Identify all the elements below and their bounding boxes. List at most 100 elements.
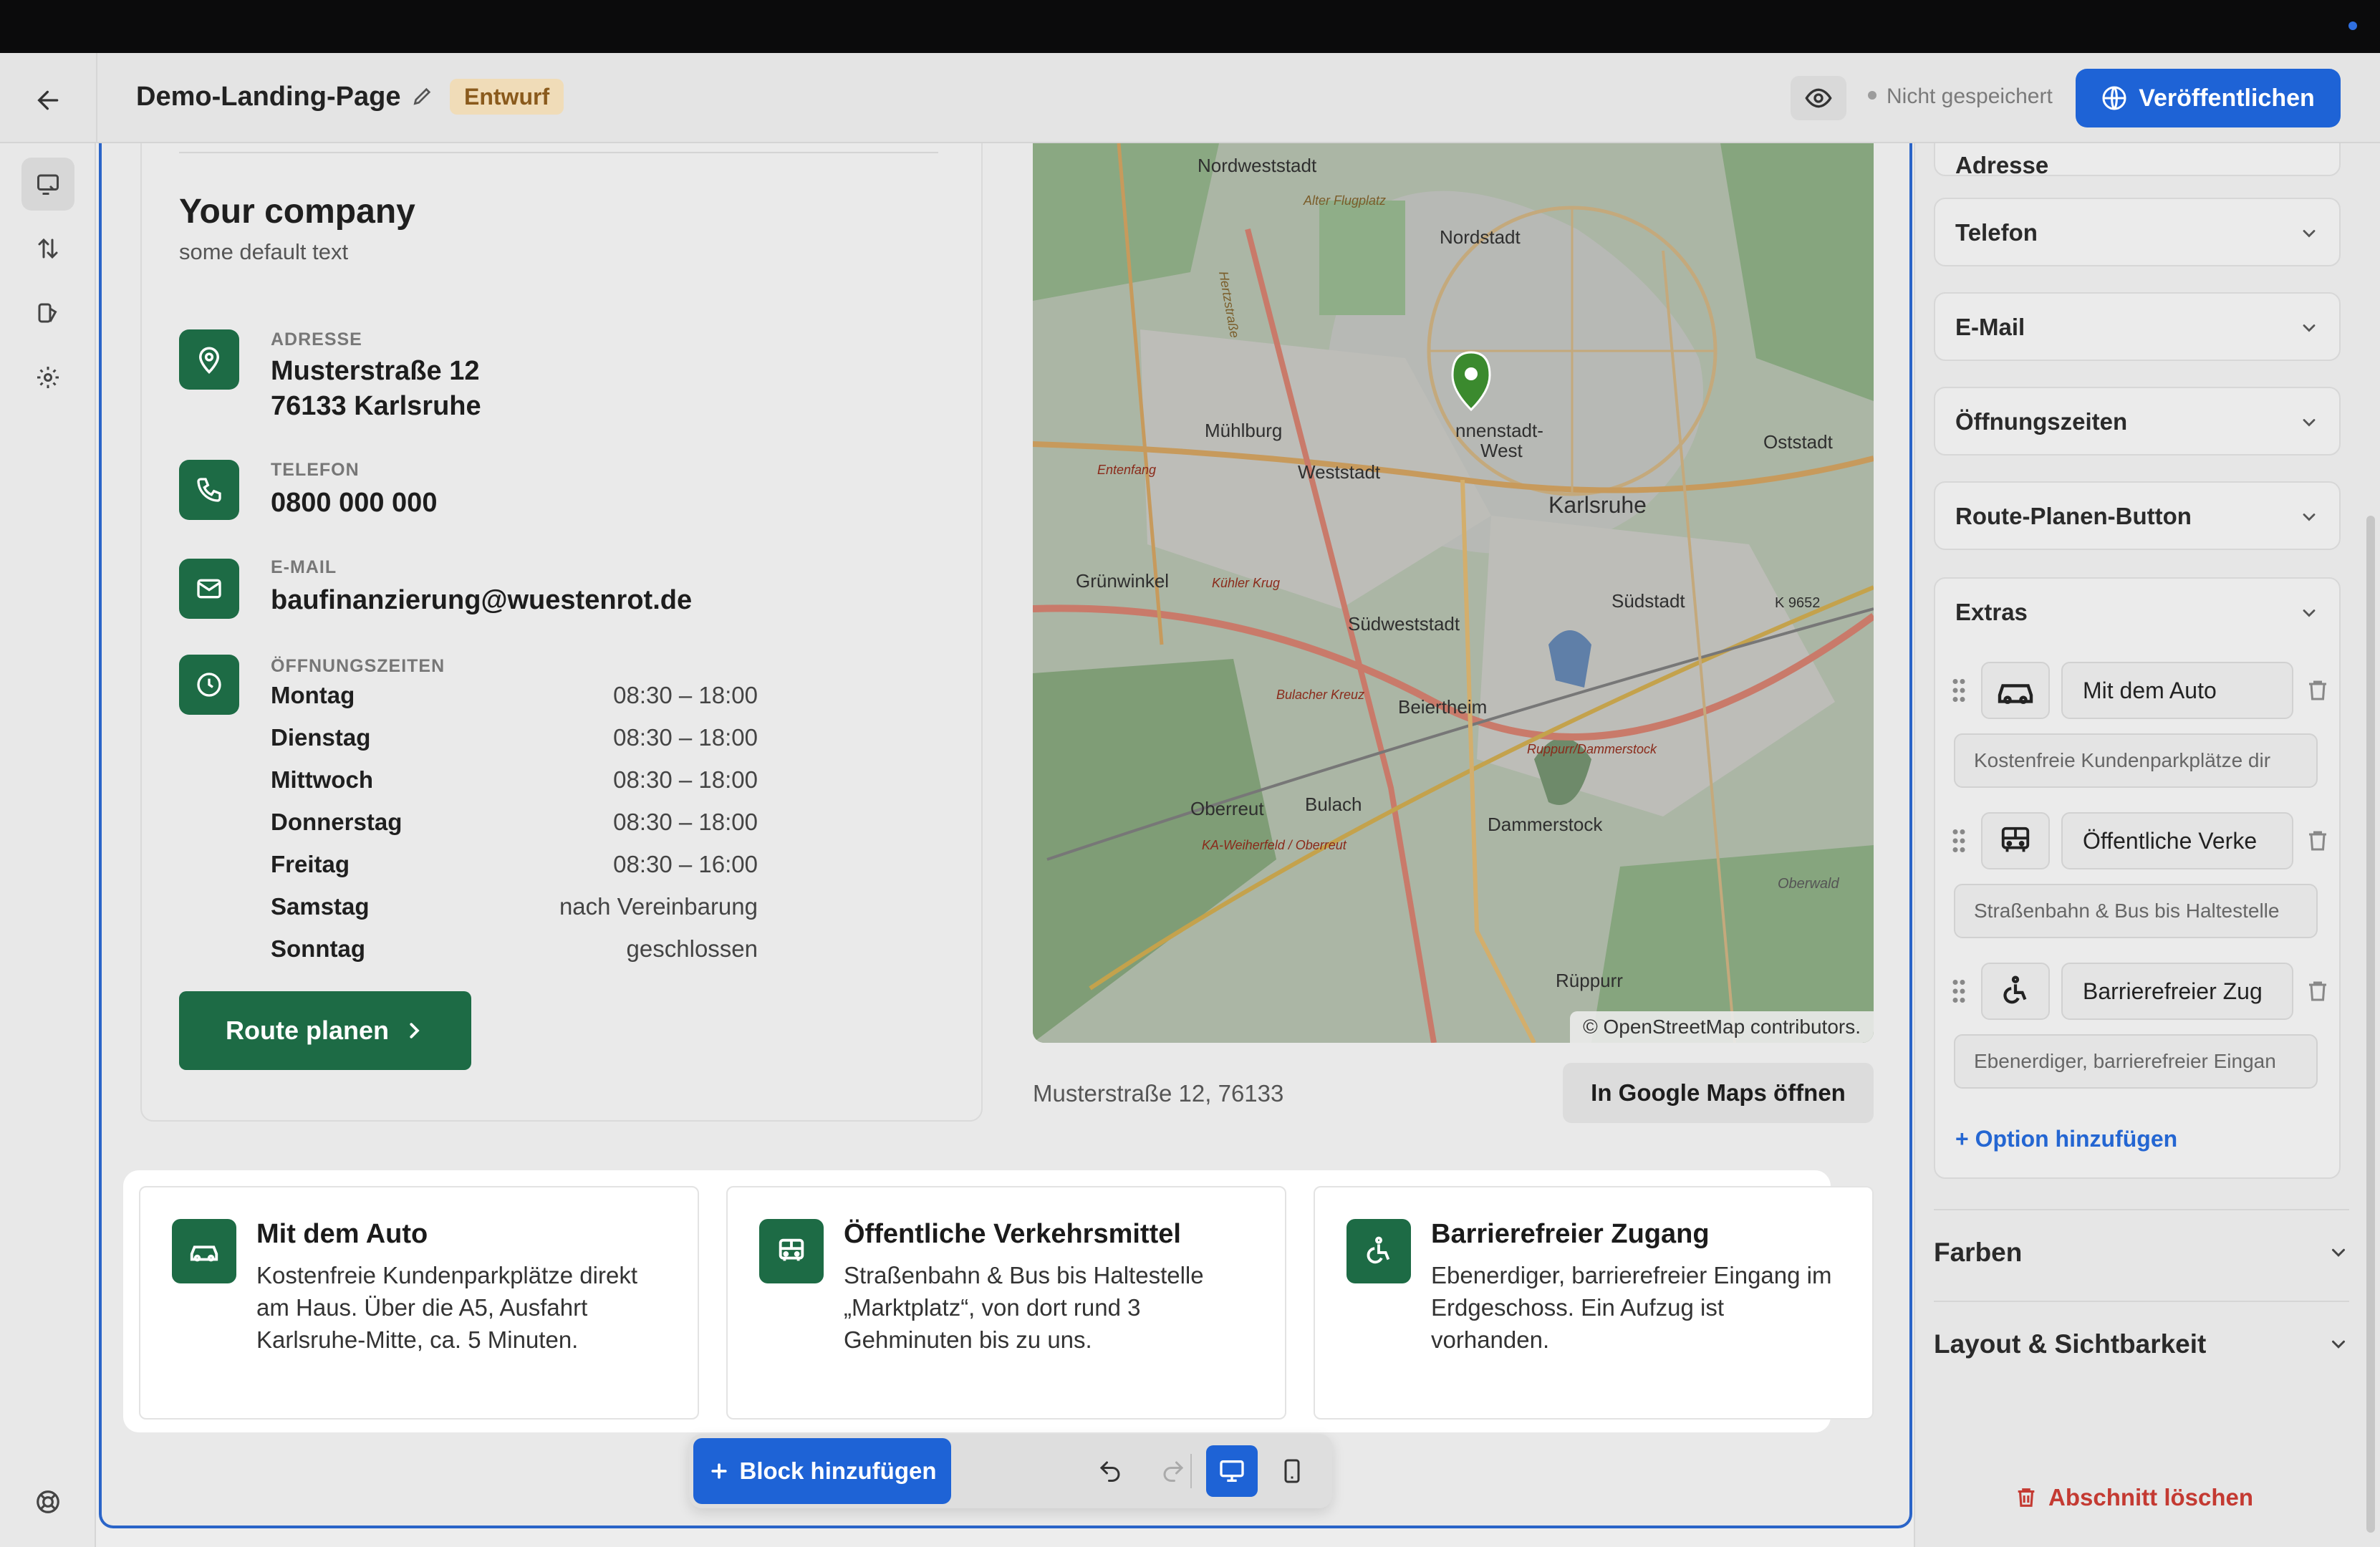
hours-day: Montag [271,682,355,708]
accordion-route-button[interactable]: Route-Planen-Button [1934,481,2341,550]
palette-icon [38,303,57,323]
accordion-label: Route-Planen-Button [1955,503,2192,529]
company-subtitle: some default text [179,239,349,264]
trash-icon[interactable] [2305,826,2331,855]
option-title-input[interactable]: Öffentliche Verke [2061,812,2293,869]
camera-indicator [2348,21,2357,30]
hours-day: Sonntag [271,935,365,962]
divider [179,152,938,153]
drag-handle-icon[interactable] [1950,676,1968,705]
save-status: Nicht gespeichert [1868,85,2053,109]
left-rail [0,143,96,1547]
option-title-input[interactable]: Barrierefreier Zug [2061,963,2293,1020]
section-farben[interactable]: Farben [1934,1209,2349,1288]
publish-button[interactable]: Veröffentlichen [2076,69,2341,127]
clock-icon [197,673,221,697]
accordion-email[interactable]: E-Mail [1934,292,2341,361]
lifebuoy-icon [37,1490,59,1513]
bus-icon [2001,826,2030,852]
add-option-button[interactable]: + Option hinzufügen [1955,1126,2177,1152]
route-plan-button[interactable]: Route planen [179,991,471,1070]
google-maps-button[interactable]: In Google Maps öffnen [1563,1063,1874,1123]
map-label: Bulach [1305,794,1362,815]
chevron-right-icon [410,1023,420,1038]
option-description-input[interactable]: Ebenerdiger, barrierefreier Eingan [1954,1034,2318,1089]
extras-block[interactable]: Mit dem Auto Kostenfreie Kundenparkplätz… [126,1173,1874,1430]
extra-card[interactable]: Barrierefreier Zugang Ebenerdiger, barri… [1314,1186,1874,1420]
option-description-input[interactable]: Kostenfreie Kundenparkplätze dir [1954,733,2318,788]
section-layout[interactable]: Layout & Sichtbarkeit [1934,1301,2349,1379]
option-icon-picker[interactable] [1981,662,2050,719]
back-button[interactable] [29,80,69,120]
rail-reorder-button[interactable] [21,222,74,275]
contact-card[interactable]: Your company some default text ADRESSE M… [140,143,983,1122]
section-label: Farben [1934,1238,2023,1267]
accordion-oeffnungszeiten[interactable]: Öffnungszeiten [1934,387,2341,456]
map-label: West [1480,440,1523,461]
company-name: Your company [179,193,415,231]
map-label: Weststadt [1298,461,1381,483]
preview-button[interactable] [1791,76,1846,120]
drag-handle-icon[interactable] [1950,826,1968,855]
hours-time: 08:30 – 18:00 [613,809,758,835]
scrollbar[interactable] [2366,516,2375,1533]
trash-icon [2018,1488,2035,1507]
map-address: Musterstraße 12, 76133 [1033,1080,1284,1107]
accordion-adresse[interactable]: Adresse [1934,143,2341,178]
address-line-1: Musterstraße 12 [271,356,480,386]
option-icon-picker[interactable] [1981,812,2050,869]
accordion-label: Adresse [1955,152,2049,178]
hours-day: Freitag [271,851,350,877]
settings-panel: Adresse Telefon E-Mail Öffnungszeiten Ro… [1914,143,2380,1547]
map-label: Nordstadt [1440,226,1521,248]
editor-header: Demo-Landing-Page Entwurf Nicht gespeich… [0,53,2380,143]
redo-icon [1163,1461,1184,1482]
extra-card[interactable]: Öffentliche Verkehrsmittel Straßenbahn &… [726,1186,1286,1420]
rail-settings-button[interactable] [21,351,74,404]
chevron-down-icon [2332,1340,2345,1349]
map[interactable]: Nordweststadt Alter Flugplatz Nordstadt … [1033,143,1874,1043]
add-block-button[interactable]: Block hinzufügen [693,1438,951,1504]
address-label: ADRESSE [271,329,362,350]
undo-button[interactable] [1084,1445,1136,1497]
globe-icon [2102,86,2126,110]
option-description-input[interactable]: Straßenbahn & Bus bis Haltestelle [1954,884,2318,938]
accordion-label[interactable]: Extras [1955,599,2028,626]
delete-section-button[interactable]: Abschnitt löschen [2014,1484,2253,1511]
extra-description: Kostenfreie Kundenparkplätze direkt am H… [256,1262,637,1353]
map-label: Alter Flugplatz [1303,193,1386,208]
plus-icon [710,1463,727,1479]
pencil-icon[interactable] [411,85,434,111]
hours-time: 08:30 – 18:00 [613,766,758,793]
map-label: Südstadt [1611,590,1685,612]
car-icon [1998,684,2033,704]
hours-label: ÖFFNUNGSZEITEN [271,656,445,676]
chevron-down-icon [2303,230,2316,238]
rail-help-button[interactable] [21,1475,74,1528]
accordion-telefon[interactable]: Telefon [1934,198,2341,266]
publish-label: Veröffentlichen [2139,84,2315,112]
email-label: E-MAIL [271,557,337,577]
chevron-down-icon [2332,1248,2345,1257]
option-title-input[interactable]: Mit dem Auto [2061,662,2293,719]
option-icon-picker[interactable] [1981,963,2050,1020]
sort-arrows-icon [38,238,58,259]
hours-day: Donnerstag [271,809,403,835]
accordion-label: Telefon [1955,219,2038,246]
extra-card[interactable]: Mit dem Auto Kostenfreie Kundenparkplätz… [139,1186,699,1420]
mobile-view-button[interactable] [1266,1445,1318,1497]
map-graphic: Nordweststadt Alter Flugplatz Nordstadt … [1033,143,1874,1043]
desktop-view-button[interactable] [1206,1445,1258,1497]
drag-handle-icon[interactable] [1950,977,1968,1006]
map-label: Südweststadt [1348,613,1460,635]
undo-icon [1099,1461,1120,1482]
rail-theme-button[interactable] [21,286,74,339]
extra-icon-tile [759,1219,824,1283]
phone-label: TELEFON [271,460,360,480]
chevron-down-icon[interactable] [2299,603,2319,623]
trash-icon[interactable] [2305,977,2331,1006]
trash-icon[interactable] [2305,676,2331,705]
hours-row: Samstag nach Vereinbarung [271,893,758,935]
rail-content-button[interactable] [21,158,74,211]
extra-title: Öffentliche Verkehrsmittel [844,1219,1181,1249]
